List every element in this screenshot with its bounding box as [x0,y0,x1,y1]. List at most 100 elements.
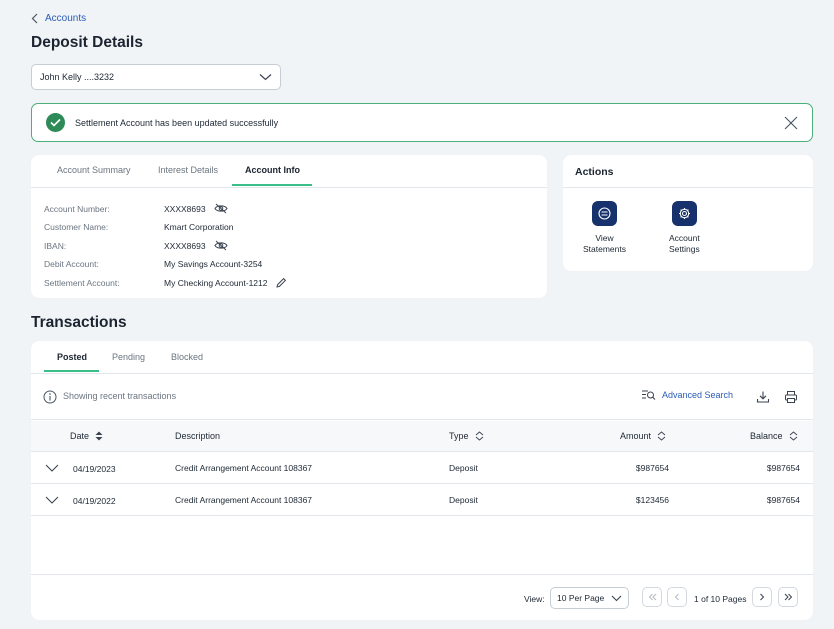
sort-icon [657,431,666,441]
action-label-line2: Settings [669,244,700,254]
info-icon [43,390,57,404]
expand-chevron-icon[interactable] [45,464,59,472]
cell-description: Credit Arrangement Account 108367 [175,463,313,473]
breadcrumb-accounts-link[interactable]: Accounts [45,13,86,24]
actions-card: Actions View Statements Account Settings [563,155,813,271]
table-row[interactable]: 04/19/2023 Credit Arrangement Account 10… [31,452,813,484]
per-page-select[interactable]: 10 Per Page [550,587,629,609]
pagination-bar: View: 10 Per Page 1 of 10 Pages [31,574,813,620]
info-tabs: Account Summary Interest Details Account… [31,155,547,188]
page-title: Deposit Details [31,34,143,51]
actions-title: Actions [575,166,614,178]
alert-message: Settlement Account has been updated succ… [75,117,279,128]
last-page-button[interactable] [778,587,798,607]
action-label-line1: Account [669,233,700,243]
info-row-iban: IBAN: XXXX8693 [44,240,228,251]
active-tab-indicator [44,370,99,372]
info-value: My Checking Account-1212 [164,277,287,289]
settlement-account-value: My Checking Account-1212 [164,278,268,288]
tab-blocked[interactable]: Blocked [171,352,203,362]
cell-balance: $987654 [766,495,800,505]
account-select-value: John Kelly ....3232 [40,72,115,82]
next-page-button[interactable] [752,587,772,607]
info-value: XXXX8693 [164,240,228,251]
prev-page-button[interactable] [667,587,687,607]
first-page-button[interactable] [642,587,662,607]
cell-type: Deposit [449,495,478,505]
column-date[interactable]: Date [70,431,103,441]
column-type[interactable]: Type [449,431,484,441]
column-date-label: Date [70,431,90,441]
transactions-toolbar: Showing recent transactions Advanced Sea… [31,375,813,420]
close-icon[interactable] [784,116,798,130]
cell-date: 04/19/2022 [73,496,116,506]
statements-icon [592,201,617,226]
customer-name-value: Kmart Corporation [164,222,234,232]
eye-off-icon[interactable] [214,203,228,214]
action-label-line1: View [595,233,614,243]
check-circle-icon [46,113,65,132]
column-type-label: Type [449,431,469,441]
chevron-left-icon [674,593,680,601]
iban-value: XXXX8693 [164,240,206,251]
info-row-customer-name: Customer Name: Kmart Corporation [44,222,233,232]
info-value: XXXX8693 [164,203,228,214]
transactions-info-text: Showing recent transactions [63,391,177,401]
advanced-search-button[interactable]: Advanced Search [641,389,733,401]
tab-account-summary[interactable]: Account Summary [57,165,131,175]
account-settings-button[interactable]: Account Settings [669,201,700,255]
transactions-title: Transactions [31,314,127,331]
info-label: IBAN: [44,240,67,251]
tab-posted[interactable]: Posted [57,352,87,362]
column-balance[interactable]: Balance [750,431,798,441]
success-alert: Settlement Account has been updated succ… [31,103,813,142]
advanced-search-label: Advanced Search [662,390,734,400]
per-page-value: 10 Per Page [557,593,605,603]
view-label: View: [524,594,545,604]
cell-type: Deposit [449,463,478,473]
account-select[interactable]: John Kelly ....3232 [31,64,281,90]
info-label: Account Number: [44,203,110,214]
table-row[interactable]: 04/19/2022 Credit Arrangement Account 10… [31,484,813,516]
info-row-account-number: Account Number: XXXX8693 [44,203,228,214]
cell-amount: $987654 [635,463,669,473]
sort-icon [95,431,103,441]
double-chevron-right-icon [784,593,793,601]
view-statements-button[interactable]: View Statements [583,201,626,255]
print-icon[interactable] [784,390,798,404]
info-label: Settlement Account: [44,278,120,288]
info-label: Debit Account: [44,259,99,269]
eye-off-icon[interactable] [214,240,228,251]
chevron-right-icon [759,593,765,601]
divider [563,187,813,188]
column-balance-label: Balance [750,431,783,441]
chevron-down-icon [611,595,622,602]
cell-amount: $123456 [635,495,669,505]
pencil-icon[interactable] [275,277,287,289]
download-icon[interactable] [756,390,770,404]
tab-account-info[interactable]: Account Info [245,165,300,175]
transactions-card: Posted Pending Blocked Showing recent tr… [31,341,813,620]
tab-interest-details[interactable]: Interest Details [158,165,218,175]
account-number-value: XXXX8693 [164,203,206,214]
table-header: Date Description Type Amount Balance [31,421,813,452]
info-row-settlement-account: Settlement Account: My Checking Account-… [44,277,287,289]
expand-chevron-icon[interactable] [45,496,59,504]
gear-icon [671,201,697,226]
active-tab-indicator [232,184,312,186]
chevron-down-icon [259,73,272,81]
action-label: View Statements [583,233,626,255]
info-row-debit-account: Debit Account: My Savings Account-3254 [44,259,262,269]
transaction-tabs: Posted Pending Blocked [31,341,813,374]
cell-balance: $987654 [766,463,800,473]
column-amount[interactable]: Amount [620,431,666,441]
sort-icon [789,431,798,441]
cell-date: 04/19/2023 [73,464,116,474]
info-label: Customer Name: [44,222,109,232]
breadcrumb[interactable]: Accounts [31,13,86,24]
debit-account-value: My Savings Account-3254 [164,259,263,269]
cell-description: Credit Arrangement Account 108367 [175,495,313,505]
tab-pending[interactable]: Pending [112,352,145,362]
page-indicator: 1 of 10 Pages [694,594,747,604]
chevron-left-icon [31,13,39,24]
